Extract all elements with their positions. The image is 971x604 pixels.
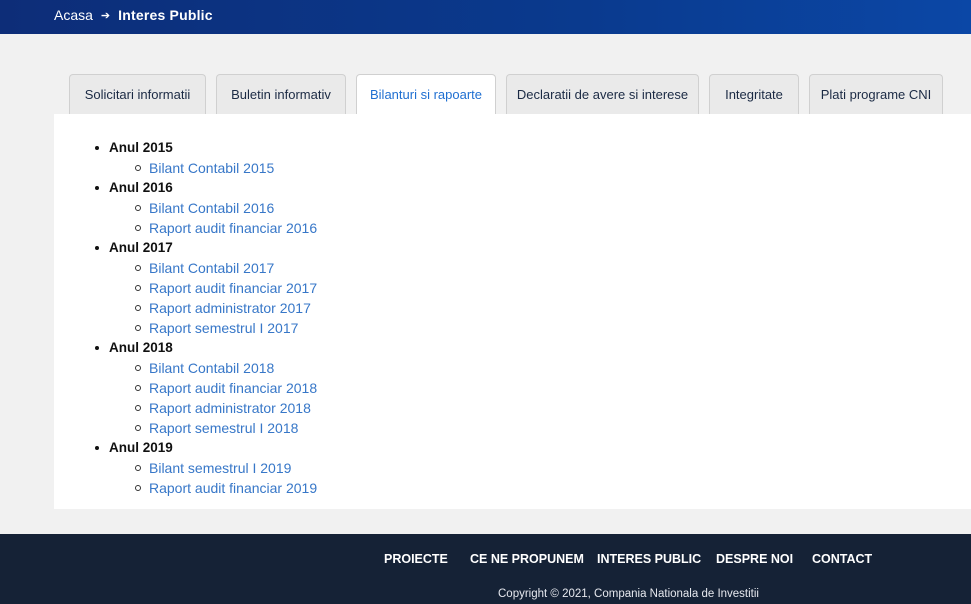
list-item: Raport administrator 2018 <box>109 398 317 418</box>
list-item: Bilant semestrul I 2019 <box>109 458 317 478</box>
tab-solicitari-informatii[interactable]: Solicitari informatii <box>69 74 206 114</box>
circle-bullet-icon <box>135 465 141 471</box>
footer-link-contact[interactable]: CONTACT <box>812 552 872 566</box>
tab-bar: Solicitari informatii Buletin informativ… <box>54 74 971 114</box>
report-link[interactable]: Bilant semestrul I 2019 <box>149 460 291 476</box>
tab-declaratii-avere[interactable]: Declaratii de avere si interese <box>506 74 699 114</box>
circle-bullet-icon <box>135 485 141 491</box>
footer: PROIECTE CE NE PROPUNEM INTERES PUBLIC D… <box>0 534 971 604</box>
report-link[interactable]: Raport administrator 2018 <box>149 400 311 416</box>
footer-link-despre-noi[interactable]: DESPRE NOI <box>716 552 793 566</box>
tab-buletin-informativ[interactable]: Buletin informativ <box>216 74 346 114</box>
year-label: Anul 2018 <box>109 340 173 355</box>
report-link[interactable]: Raport administrator 2017 <box>149 300 311 316</box>
list-item: Bilant Contabil 2015 <box>109 158 317 178</box>
report-link[interactable]: Bilant Contabil 2015 <box>149 160 274 176</box>
year-label: Anul 2016 <box>109 180 173 195</box>
year-label: Anul 2017 <box>109 240 173 255</box>
list-item: Bilant Contabil 2018 <box>109 358 317 378</box>
year-heading: Anul 2019 <box>95 438 317 458</box>
year-heading: Anul 2018 <box>95 338 317 358</box>
report-link[interactable]: Bilant Contabil 2017 <box>149 260 274 276</box>
breadcrumb: Acasa ➔ Interes Public <box>54 6 213 24</box>
top-bar: Acasa ➔ Interes Public <box>0 0 971 34</box>
year-heading: Anul 2015 <box>95 138 317 158</box>
circle-bullet-icon <box>135 405 141 411</box>
list-item: Raport audit financiar 2019 <box>109 478 317 498</box>
year-heading: Anul 2017 <box>95 238 317 258</box>
circle-bullet-icon <box>135 425 141 431</box>
list-item: Raport audit financiar 2018 <box>109 378 317 398</box>
circle-bullet-icon <box>135 265 141 271</box>
report-link[interactable]: Raport audit financiar 2019 <box>149 480 317 496</box>
arrow-right-icon: ➔ <box>100 9 111 22</box>
tab-plati-programe-cni[interactable]: Plati programe CNI <box>809 74 943 114</box>
list-item: Raport administrator 2017 <box>109 298 317 318</box>
bullet-icon <box>95 146 99 150</box>
reports-list: Anul 2015 Bilant Contabil 2015 Anul 2016… <box>95 138 317 498</box>
list-item: Raport semestrul I 2017 <box>109 318 317 338</box>
bullet-icon <box>95 186 99 190</box>
circle-bullet-icon <box>135 165 141 171</box>
circle-bullet-icon <box>135 365 141 371</box>
list-item: Bilant Contabil 2017 <box>109 258 317 278</box>
year-label: Anul 2015 <box>109 140 173 155</box>
list-item: Bilant Contabil 2016 <box>109 198 317 218</box>
copyright-text: Copyright © 2021, Compania Nationala de … <box>498 588 759 600</box>
circle-bullet-icon <box>135 225 141 231</box>
circle-bullet-icon <box>135 305 141 311</box>
breadcrumb-current: Interes Public <box>118 7 213 23</box>
tab-content-panel: Anul 2015 Bilant Contabil 2015 Anul 2016… <box>54 114 971 509</box>
report-link[interactable]: Bilant Contabil 2018 <box>149 360 274 376</box>
circle-bullet-icon <box>135 385 141 391</box>
report-link[interactable]: Raport audit financiar 2018 <box>149 380 317 396</box>
bullet-icon <box>95 446 99 450</box>
circle-bullet-icon <box>135 325 141 331</box>
list-item: Raport audit financiar 2017 <box>109 278 317 298</box>
list-item: Raport semestrul I 2018 <box>109 418 317 438</box>
circle-bullet-icon <box>135 285 141 291</box>
list-item: Raport audit financiar 2016 <box>109 218 317 238</box>
footer-link-proiecte[interactable]: PROIECTE <box>384 552 448 566</box>
report-link[interactable]: Raport audit financiar 2016 <box>149 220 317 236</box>
circle-bullet-icon <box>135 205 141 211</box>
year-label: Anul 2019 <box>109 440 173 455</box>
tab-integritate[interactable]: Integritate <box>709 74 799 114</box>
tab-bilanturi-si-rapoarte[interactable]: Bilanturi si rapoarte <box>356 74 496 114</box>
report-link[interactable]: Raport semestrul I 2018 <box>149 420 298 436</box>
footer-link-ce-ne-propunem[interactable]: CE NE PROPUNEM <box>470 552 584 566</box>
breadcrumb-home-link[interactable]: Acasa <box>54 7 93 23</box>
report-link[interactable]: Bilant Contabil 2016 <box>149 200 274 216</box>
report-link[interactable]: Raport audit financiar 2017 <box>149 280 317 296</box>
bullet-icon <box>95 346 99 350</box>
bullet-icon <box>95 246 99 250</box>
footer-link-interes-public[interactable]: INTERES PUBLIC <box>597 552 701 566</box>
report-link[interactable]: Raport semestrul I 2017 <box>149 320 298 336</box>
year-heading: Anul 2016 <box>95 178 317 198</box>
